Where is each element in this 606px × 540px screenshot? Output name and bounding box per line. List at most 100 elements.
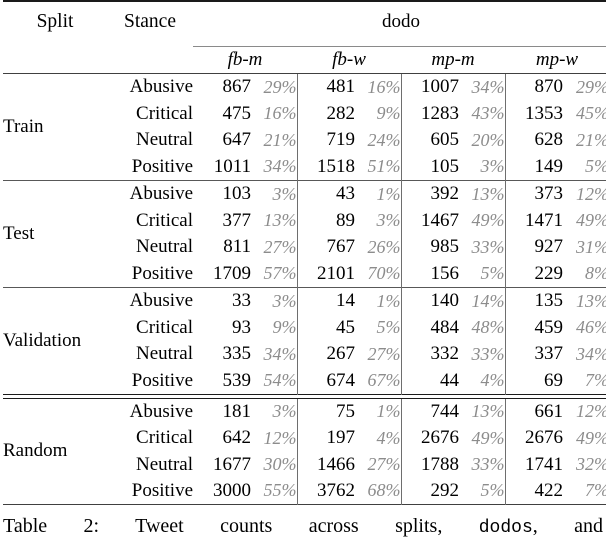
split-name-validation: Validation: [3, 329, 82, 351]
percent-mp-w: 7%: [585, 370, 606, 391]
count-fb-w: 767: [296, 234, 355, 261]
count-fb-m: 103: [222, 183, 252, 205]
percent-mp-w: 21%: [576, 129, 606, 150]
count-mp-m: 292: [400, 477, 459, 505]
percent-fb-w: 27%: [367, 343, 401, 364]
percent-mp-w: 46%: [576, 317, 606, 338]
percent-fb-w: 5%: [376, 317, 401, 338]
stance-label: Positive: [131, 262, 193, 284]
stance-label: Abusive: [129, 290, 193, 312]
count-mp-w: 661: [504, 398, 563, 425]
count-fb-m: 1709: [213, 262, 251, 284]
stance-label: Positive: [131, 369, 193, 391]
header-row: Split Stance dodo: [3, 2, 606, 42]
percent-fb-m: 13%: [263, 210, 297, 231]
count-mp-w: 1471: [504, 207, 563, 235]
header-split: Split: [36, 11, 74, 32]
count-fb-m: 3000: [213, 479, 251, 501]
percent-fb-w: 3%: [376, 210, 401, 231]
percent-fb-m: 30%: [263, 454, 297, 475]
count-mp-m: 2676: [400, 424, 459, 452]
count-fb-w: 267: [296, 340, 355, 368]
count-fb-m: 647: [222, 129, 252, 151]
percent-fb-m: 34%: [263, 156, 297, 177]
percent-mp-m: 20%: [471, 129, 505, 150]
table-row: Test Abusive 103 3% 43 1% 392 13% 373 12%: [3, 180, 606, 244]
percent-fb-w: 4%: [376, 427, 401, 448]
count-mp-w: 459: [504, 314, 563, 341]
percent-fb-w: 51%: [367, 156, 401, 177]
table-row: Train Abusive 867 29% 481 16% 1007 34% 870 29%: [3, 74, 606, 137]
percent-mp-m: 33%: [471, 236, 505, 257]
count-fb-w: 14: [296, 287, 355, 315]
count-fb-m: 539: [222, 369, 252, 391]
count-fb-w: 197: [296, 424, 355, 452]
stance-label: Critical: [136, 316, 193, 338]
count-mp-m: 1467: [400, 207, 459, 235]
count-fb-m: 867: [222, 76, 252, 98]
percent-fb-m: 12%: [263, 427, 297, 448]
count-mp-m: 484: [400, 314, 459, 341]
count-fb-w: 45: [296, 314, 355, 341]
stance-label: Critical: [136, 427, 193, 449]
subheader-fb-m: fb-m: [227, 49, 263, 70]
count-fb-w: 481: [296, 74, 355, 101]
table-bottom-rule: [3, 504, 606, 505]
count-mp-w: 870: [504, 74, 563, 101]
percent-fb-m: 34%: [263, 343, 297, 364]
caption-text-before: Tweet counts across splits,: [135, 515, 443, 537]
count-mp-m: 44: [400, 367, 459, 395]
percent-mp-m: 49%: [471, 427, 505, 448]
count-fb-m: 475: [222, 102, 252, 124]
count-mp-w: 1353: [504, 100, 563, 128]
percent-fb-m: 3%: [272, 401, 297, 422]
split-name-train: Train: [3, 115, 44, 137]
percent-mp-m: 13%: [471, 401, 505, 422]
stance-label: Positive: [131, 479, 193, 501]
percent-fb-w: 26%: [367, 236, 401, 257]
percent-mp-w: 7%: [585, 480, 606, 501]
subheader-row: fb-m fb-w mp-m mp-w: [3, 47, 606, 74]
table-row: Validation Abusive 33 3% 14 1% 140 14% 135 13%: [3, 287, 606, 351]
percent-mp-w: 8%: [585, 263, 606, 284]
percent-fb-w: 16%: [367, 76, 401, 97]
percent-fb-m: 29%: [263, 76, 297, 97]
count-mp-m: 392: [400, 180, 459, 208]
percent-mp-m: 33%: [471, 454, 505, 475]
percent-mp-m: 5%: [480, 480, 505, 501]
count-mp-m: 1283: [400, 100, 459, 128]
percent-mp-w: 29%: [576, 76, 606, 97]
caption-label: Table 2:: [3, 515, 100, 537]
table-figure: Split Stance dodo fb-m fb-w mp-m mp-w Train Abus…: [0, 0, 606, 538]
caption-mono-term: dodos: [478, 518, 533, 538]
count-mp-m: 985: [400, 234, 459, 261]
count-mp-w: 927: [504, 234, 563, 261]
count-mp-w: 373: [504, 180, 563, 208]
percent-fb-m: 9%: [272, 317, 297, 338]
count-mp-m: 140: [400, 287, 459, 315]
count-fb-m: 811: [223, 236, 251, 258]
count-fb-w: 89: [296, 207, 355, 235]
count-mp-m: 105: [400, 153, 459, 181]
count-fb-w: 282: [296, 100, 355, 128]
percent-mp-m: 33%: [471, 343, 505, 364]
percent-mp-m: 34%: [471, 76, 505, 97]
stance-label: Neutral: [136, 453, 193, 475]
count-mp-w: 69: [504, 367, 563, 395]
count-mp-w: 422: [504, 477, 563, 505]
count-mp-m: 1788: [400, 451, 459, 478]
percent-fb-w: 1%: [376, 401, 401, 422]
percent-mp-w: 34%: [576, 343, 606, 364]
count-fb-w: 1518: [296, 153, 355, 181]
count-fb-m: 335: [222, 343, 252, 365]
count-fb-m: 1677: [213, 453, 251, 475]
percent-fb-m: 54%: [263, 370, 297, 391]
percent-fb-w: 1%: [376, 290, 401, 311]
count-fb-m: 377: [222, 209, 252, 231]
percent-mp-m: 49%: [471, 210, 505, 231]
count-mp-m: 1007: [400, 74, 459, 101]
stance-label: Neutral: [136, 236, 193, 258]
stance-label: Neutral: [136, 343, 193, 365]
percent-fb-m: 57%: [263, 263, 297, 284]
percent-mp-m: 48%: [471, 317, 505, 338]
